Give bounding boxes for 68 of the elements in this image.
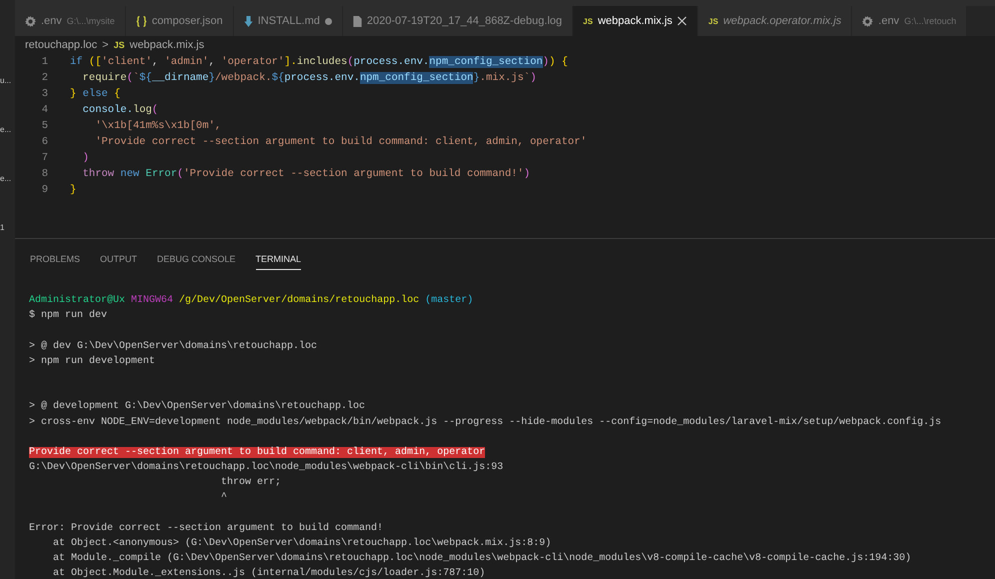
tab-label: INSTALL.md (258, 15, 320, 27)
error-message: Provide correct --section argument to build command: client, admin, operator (29, 446, 486, 458)
code-line: console.log( (82, 103, 158, 118)
panel-tab[interactable]: DEBUG CONSOLE (157, 254, 236, 270)
gear-icon (862, 16, 874, 26)
line-number: 9 (40, 183, 48, 198)
terminal-line: at Module._compile (G:\Dev\OpenServer\domains\retouchapp.loc\node_modules\webpack-cli\node_modules\v8-compile-cache\v8-compile-cache.js:194:30) (52, 553, 912, 564)
code-line: } (70, 183, 76, 198)
breadcrumb-folder[interactable]: retouchapp.loc (25, 39, 98, 51)
line-number: 2 (40, 71, 48, 86)
terminal-line: at Object.<anonymous> (G:\Dev\OpenServer\domains\retouchapp.loc\webpack.mix.js:8:9) (52, 538, 552, 550)
tab-path: G:\...\retouch (904, 16, 956, 26)
js-icon: JS (583, 16, 593, 26)
code-line: ) (82, 151, 89, 166)
line-number: 6 (40, 135, 48, 150)
editor-tab[interactable]: INSTALL.md (234, 6, 343, 36)
code-line: 'Provide correct --section argument to build command: client, admin, operator' (94, 135, 587, 150)
line-number: 3 (40, 87, 48, 102)
terminal-line: $ npm run dev (29, 310, 108, 322)
code-line: throw new Error('Provide correct --section argument to build command!') (82, 167, 530, 182)
terminal-line: > @ dev G:\Dev\OpenServer\domains\retouchapp.loc (29, 340, 318, 352)
editor-tab[interactable]: .env G:\...\mysite (15, 6, 126, 36)
line-number: 5 (40, 119, 48, 134)
editor-tab[interactable]: .env G:\...\retouch (852, 6, 968, 36)
tab-label: .env (878, 15, 900, 27)
tab-label: webpack.mix.js (598, 15, 672, 27)
panel-tab[interactable]: PROBLEMS (30, 254, 80, 270)
code-line: require(`${__dirname}/webpack.${process.env.npm_config_section}.mix.js`) (82, 71, 536, 86)
code-line: } else { (70, 87, 120, 102)
terminal-line: G:\Dev\OpenServer\domains\retouchapp.loc\node_modules\webpack-cli\bin\cli.js:93 (29, 462, 504, 474)
terminal-line: > npm run development (29, 356, 156, 367)
terminal-line: throw err; (220, 477, 282, 488)
terminal-line: > @ development G:\Dev\OpenServer\domains\retouchapp.loc (29, 401, 366, 412)
line-number: 1 (40, 55, 48, 70)
tab-path: G:\...\mysite (66, 16, 115, 26)
editor-tab[interactable]: JS webpack.operator.mix.js (698, 6, 852, 36)
tab-label: .env (41, 15, 62, 27)
terminal-line: > cross-env NODE_ENV=development node_modules/webpack/bin/webpack.js --progress --hide-modules --config=node_modules/laravel-mix/setup/webpack.config.js (29, 416, 942, 428)
tab-label: composer.json (152, 15, 223, 27)
terminal-line: Error: Provide correct --section argument to build command! (29, 522, 384, 534)
gear-icon (25, 16, 36, 26)
terminal-line: Administrator@Ux MINGW64 /g/Dev/OpenServer/domains/retouchapp.loc (master) (29, 295, 474, 306)
line-number: 7 (40, 151, 48, 166)
tab-label: 2020-07-19T20_17_44_868Z-debug.log (366, 15, 562, 27)
code-line: if (['client', 'admin', 'operator'].includes(process.env.npm_config_section)) { (70, 55, 568, 70)
braces-icon (136, 16, 147, 26)
breadcrumb-separator: > (102, 39, 109, 51)
file-icon (352, 16, 362, 26)
terminal-line: at Object.Module._extensions..js (internal/modules/cjs/loader.js:787:10) (52, 568, 486, 579)
js-icon: JS (114, 40, 125, 50)
editor-tab[interactable]: composer.json (126, 6, 234, 36)
sidebar-item[interactable]: e... (0, 125, 12, 134)
tab-label: webpack.operator.mix.js (723, 15, 842, 27)
editor-tab[interactable]: 2020-07-19T20_17_44_868Z-debug.log (342, 6, 574, 36)
breadcrumb-file[interactable]: webpack.mix.js (130, 39, 204, 51)
sidebar-item[interactable]: 1 (0, 223, 4, 232)
close-icon[interactable] (677, 16, 688, 26)
sidebar-item[interactable]: e... (0, 174, 12, 183)
panel-tab[interactable]: TERMINAL (256, 254, 302, 270)
sidebar-item[interactable]: u... (0, 76, 12, 85)
js-icon: JS (708, 16, 718, 26)
line-number: 8 (40, 167, 48, 182)
line-number: 4 (40, 103, 48, 118)
code-line: '\x1b[41m%s\x1b[0m', (94, 119, 222, 134)
panel-tab[interactable]: OUTPUT (100, 254, 138, 270)
editor-tab[interactable]: JS webpack.mix.js (573, 6, 698, 36)
terminal-line: ^ (220, 492, 228, 504)
arrow-down-icon (244, 16, 253, 26)
